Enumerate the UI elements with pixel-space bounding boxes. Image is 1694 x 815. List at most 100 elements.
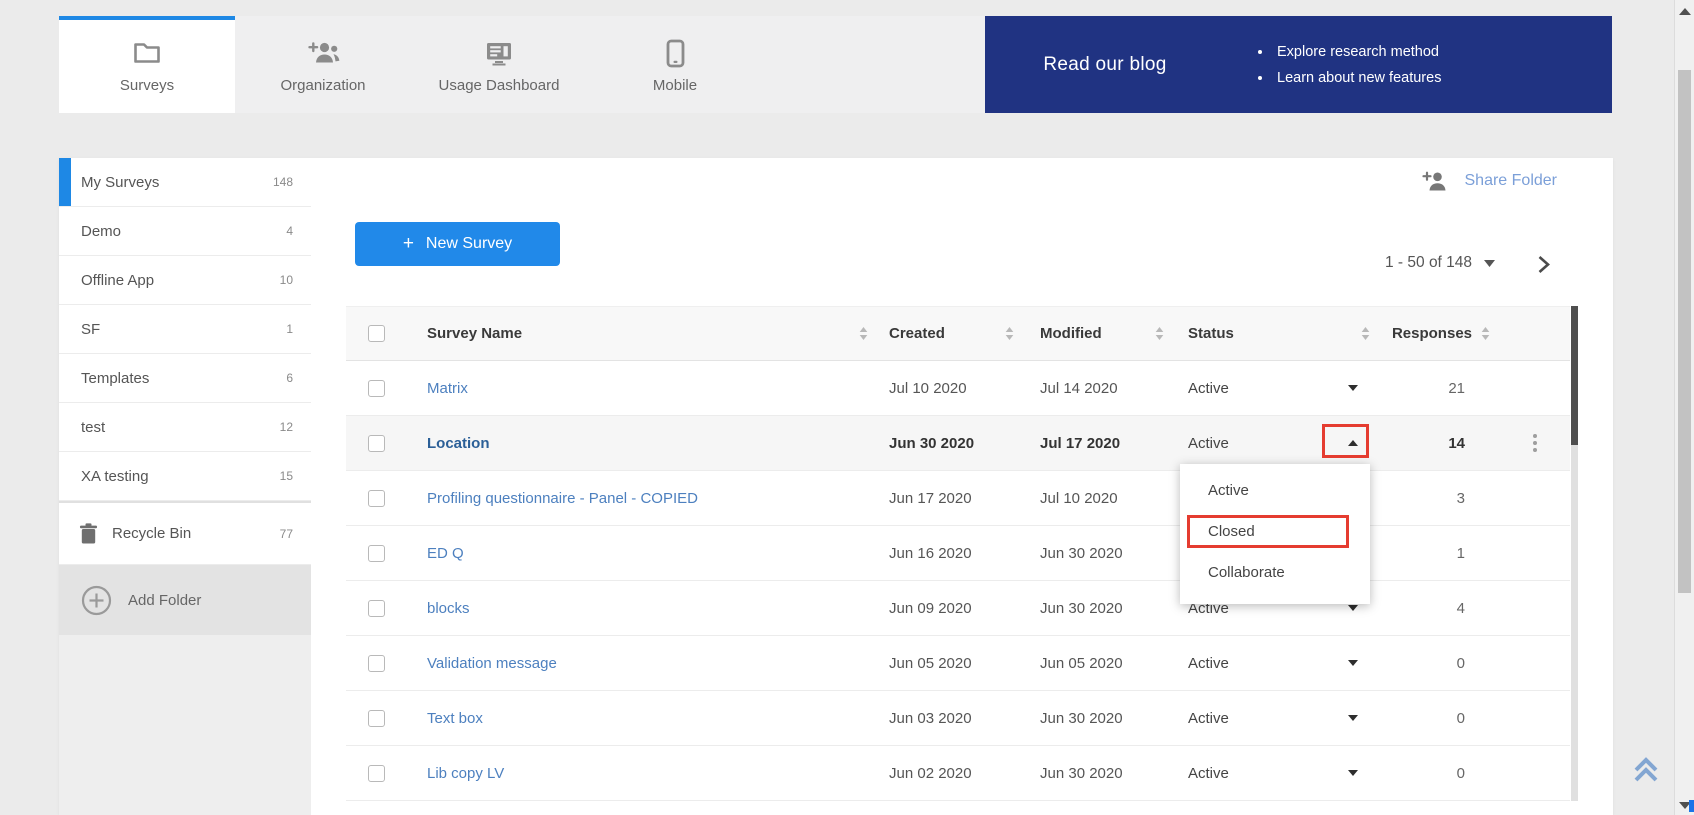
created-cell: Jun 30 2020 xyxy=(880,435,1026,452)
sort-icon[interactable] xyxy=(1155,327,1176,340)
status-caret-icon[interactable] xyxy=(1348,660,1358,666)
status-option-collaborate[interactable]: Collaborate xyxy=(1180,552,1370,593)
row-checkbox[interactable] xyxy=(368,655,385,672)
row-checkbox[interactable] xyxy=(368,710,385,727)
sort-icon[interactable] xyxy=(1361,327,1382,340)
table-row: Location Jun 30 2020 Jul 17 2020 Active … xyxy=(346,416,1570,471)
nav-tab-surveys[interactable]: Surveys xyxy=(59,16,235,113)
status-caret-icon[interactable] xyxy=(1348,605,1358,611)
row-menu-icon[interactable] xyxy=(1529,430,1541,456)
blog-banner-bullets: Explore research methodLearn about new f… xyxy=(1255,39,1441,91)
nav-tab-mobile[interactable]: Mobile xyxy=(587,16,763,113)
select-all-checkbox[interactable] xyxy=(368,325,385,342)
column-header-survey-name[interactable]: Survey Name xyxy=(427,325,522,342)
table-row: Lib copy LV Jun 02 2020 Jun 30 2020 Acti… xyxy=(346,746,1570,801)
table-header-row: Survey Name Created Modified Status Resp… xyxy=(346,306,1570,361)
table-scrollbar-track[interactable] xyxy=(1571,306,1578,801)
sidebar-item-sf[interactable]: SF 1 xyxy=(59,305,311,354)
status-caret-icon[interactable] xyxy=(1348,715,1358,721)
modified-cell: Jun 30 2020 xyxy=(1026,545,1176,562)
status-cell: Active xyxy=(1176,380,1382,397)
trash-icon xyxy=(79,523,98,545)
row-checkbox[interactable] xyxy=(368,435,385,452)
status-label: Active xyxy=(1188,380,1229,397)
modified-cell: Jun 05 2020 xyxy=(1026,655,1176,672)
survey-name-link[interactable]: Matrix xyxy=(427,380,468,397)
status-label: Active xyxy=(1188,655,1229,672)
created-cell: Jun 02 2020 xyxy=(880,765,1026,782)
status-caret-icon[interactable] xyxy=(1348,440,1358,446)
folder-count: 1 xyxy=(286,322,293,336)
column-header-modified[interactable]: Modified xyxy=(1040,325,1102,342)
sidebar-item-demo[interactable]: Demo 4 xyxy=(59,207,311,256)
column-header-status[interactable]: Status xyxy=(1188,325,1234,342)
row-checkbox[interactable] xyxy=(368,380,385,397)
sidebar-item-xa-testing[interactable]: XA testing 15 xyxy=(59,452,311,501)
sort-icon[interactable] xyxy=(859,327,880,340)
survey-name-link[interactable]: Location xyxy=(427,435,490,452)
sidebar-item-my-surveys[interactable]: My Surveys 148 xyxy=(59,158,311,207)
share-folder-label: Share Folder xyxy=(1465,172,1558,190)
modified-cell: Jun 30 2020 xyxy=(1026,600,1176,617)
folder-label: Templates xyxy=(81,370,149,387)
survey-name-link[interactable]: Profiling questionnaire - Panel - COPIED xyxy=(427,490,698,507)
blog-banner-title[interactable]: Read our blog xyxy=(985,54,1225,76)
status-cell: Active xyxy=(1176,655,1382,672)
pagination-selector[interactable]: 1 - 50 of 148 xyxy=(1385,254,1495,272)
responses-cell: 0 xyxy=(1382,655,1500,672)
double-chevron-up-icon xyxy=(1629,753,1663,785)
responses-cell: 1 xyxy=(1382,545,1500,562)
scroll-up-arrow-icon[interactable] xyxy=(1679,8,1691,15)
status-option-active[interactable]: Active xyxy=(1180,470,1370,511)
status-dropdown-menu: ActiveClosedCollaborate xyxy=(1180,464,1370,604)
column-header-created[interactable]: Created xyxy=(889,325,945,342)
sidebar-item-test[interactable]: test 12 xyxy=(59,403,311,452)
blog-banner[interactable]: Read our blog Explore research methodLea… xyxy=(985,16,1612,113)
sidebar-item-templates[interactable]: Templates 6 xyxy=(59,354,311,403)
add-folder-label: Add Folder xyxy=(128,592,201,609)
page-scrollbar-thumb[interactable] xyxy=(1678,70,1691,593)
page-scrollbar[interactable] xyxy=(1674,0,1694,815)
share-person-add-icon xyxy=(1422,170,1449,192)
sidebar-filler xyxy=(59,635,311,815)
status-caret-icon[interactable] xyxy=(1348,770,1358,776)
table-row: blocks Jun 09 2020 Jun 30 2020 Active 4 xyxy=(346,581,1570,636)
survey-name-link[interactable]: Text box xyxy=(427,710,483,727)
app-canvas: Surveys Organization Usage Dashboard Mob… xyxy=(0,0,1694,815)
sidebar-item-offline-app[interactable]: Offline App 10 xyxy=(59,256,311,305)
add-folder-button[interactable]: Add Folder xyxy=(59,565,311,635)
survey-name-link[interactable]: Validation message xyxy=(427,655,557,672)
sort-icon[interactable] xyxy=(1481,327,1490,340)
pagination-label: 1 - 50 of 148 xyxy=(1385,254,1472,272)
created-cell: Jul 10 2020 xyxy=(880,380,1026,397)
share-folder-link[interactable]: Share Folder xyxy=(1422,170,1558,192)
row-checkbox[interactable] xyxy=(368,545,385,562)
back-to-top-button[interactable] xyxy=(1629,752,1663,786)
folder-list: My Surveys 148 Demo 4 Offline App 10 SF … xyxy=(59,158,311,501)
nav-tab-organization[interactable]: Organization xyxy=(235,16,411,113)
survey-name-link[interactable]: Lib copy LV xyxy=(427,765,504,782)
status-label: Active xyxy=(1188,765,1229,782)
chevron-right-icon xyxy=(1536,255,1551,274)
table-scrollbar-thumb[interactable] xyxy=(1571,306,1578,445)
folder-label: Demo xyxy=(81,223,121,240)
survey-name-link[interactable]: ED Q xyxy=(427,545,464,562)
column-header-responses[interactable]: Responses xyxy=(1392,325,1472,342)
sort-icon[interactable] xyxy=(1005,327,1026,340)
folder-sidebar: My Surveys 148 Demo 4 Offline App 10 SF … xyxy=(59,158,311,815)
recycle-bin-label: Recycle Bin xyxy=(112,525,191,542)
survey-name-link[interactable]: blocks xyxy=(427,600,470,617)
next-page-button[interactable] xyxy=(1531,252,1555,276)
status-option-closed[interactable]: Closed xyxy=(1180,511,1370,552)
table-row: Validation message Jun 05 2020 Jun 05 20… xyxy=(346,636,1570,691)
table-row: Profiling questionnaire - Panel - COPIED… xyxy=(346,471,1570,526)
new-survey-button[interactable]: + New Survey xyxy=(355,222,560,266)
nav-tab-usage-dashboard[interactable]: Usage Dashboard xyxy=(411,16,587,113)
status-caret-icon[interactable] xyxy=(1348,385,1358,391)
main-panel: My Surveys 148 Demo 4 Offline App 10 SF … xyxy=(59,158,1613,815)
row-checkbox[interactable] xyxy=(368,600,385,617)
row-checkbox[interactable] xyxy=(368,765,385,782)
row-checkbox[interactable] xyxy=(368,490,385,507)
table-row: ED Q Jun 16 2020 Jun 30 2020 Active 1 xyxy=(346,526,1570,581)
sidebar-item-recycle-bin[interactable]: Recycle Bin 77 xyxy=(59,503,311,565)
